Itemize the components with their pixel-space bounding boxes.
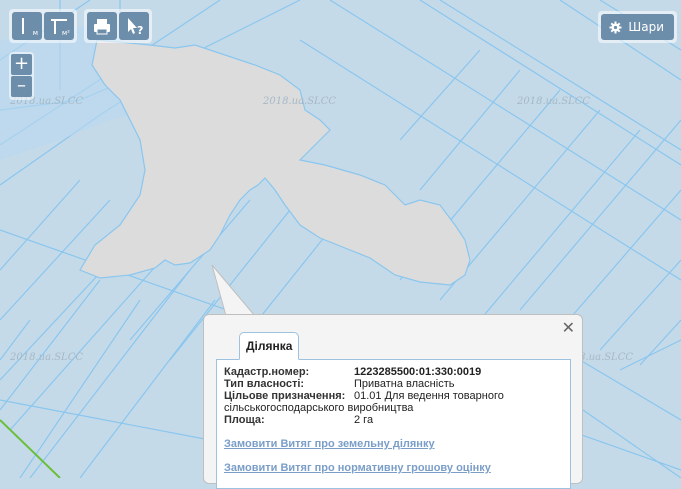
purpose-value: 01.01 Для ведення товарного сільськогосп… xyxy=(224,390,504,414)
tab-parcel[interactable]: Ділянка xyxy=(239,332,300,360)
cursor-question-icon: ? xyxy=(128,18,143,37)
close-icon[interactable]: ✕ xyxy=(562,318,575,337)
svg-text:?: ? xyxy=(137,24,143,37)
layers-control: Шари xyxy=(598,11,677,43)
measure-toolbar: м м² xyxy=(9,9,77,43)
order-parcel-extract-link[interactable]: Замовити Витяг про земельну ділянку xyxy=(224,438,563,450)
ownership-type-value: Приватна власність xyxy=(354,378,455,390)
tools-toolbar: ? xyxy=(84,9,152,43)
field-row: Тип власності: Приватна власність xyxy=(224,378,563,390)
svg-text:2018.ua.SLCC: 2018.ua.SLCC xyxy=(516,96,590,107)
measure-distance-button[interactable]: м xyxy=(12,12,42,40)
measure-area-unit: м² xyxy=(61,29,70,37)
area-value: 2 га xyxy=(354,414,374,426)
field-row: Площа: 2 га xyxy=(224,414,563,426)
field-label: Тип власності: xyxy=(224,378,305,390)
measure-distance-unit: м xyxy=(32,29,38,37)
parcel-details-panel: Кадастр.номер: 1223285500:01:330:0019 Ти… xyxy=(216,359,571,489)
printer-icon xyxy=(94,19,110,35)
order-valuation-extract-link[interactable]: Замовити Витяг про нормативну грошову оц… xyxy=(224,462,563,474)
identify-button[interactable]: ? xyxy=(119,12,149,40)
layers-button[interactable]: Шари xyxy=(601,14,674,40)
measure-area-button[interactable]: м² xyxy=(44,12,74,40)
parcel-info-popup: ✕ Ділянка Кадастр.номер: 1223285500:01:3… xyxy=(203,314,583,489)
zoom-control: + – xyxy=(9,52,34,100)
field-label: Площа: xyxy=(224,414,265,426)
svg-text:2018.ua.SLCC: 2018.ua.SLCC xyxy=(262,96,336,107)
field-row: Кадастр.номер: 1223285500:01:330:0019 xyxy=(224,366,563,378)
layers-button-label: Шари xyxy=(628,20,664,34)
gear-icon xyxy=(609,21,622,33)
zoom-out-button[interactable]: – xyxy=(11,76,32,97)
field-label: Кадастр.номер: xyxy=(224,366,310,378)
cadastral-number-value: 1223285500:01:330:0019 xyxy=(354,366,482,378)
field-row: Цільове призначення: 01.01 Для ведення т… xyxy=(224,390,563,414)
svg-text:2018.ua.SLCC: 2018.ua.SLCC xyxy=(9,352,83,363)
print-button[interactable] xyxy=(87,12,117,40)
zoom-in-button[interactable]: + xyxy=(11,54,32,75)
